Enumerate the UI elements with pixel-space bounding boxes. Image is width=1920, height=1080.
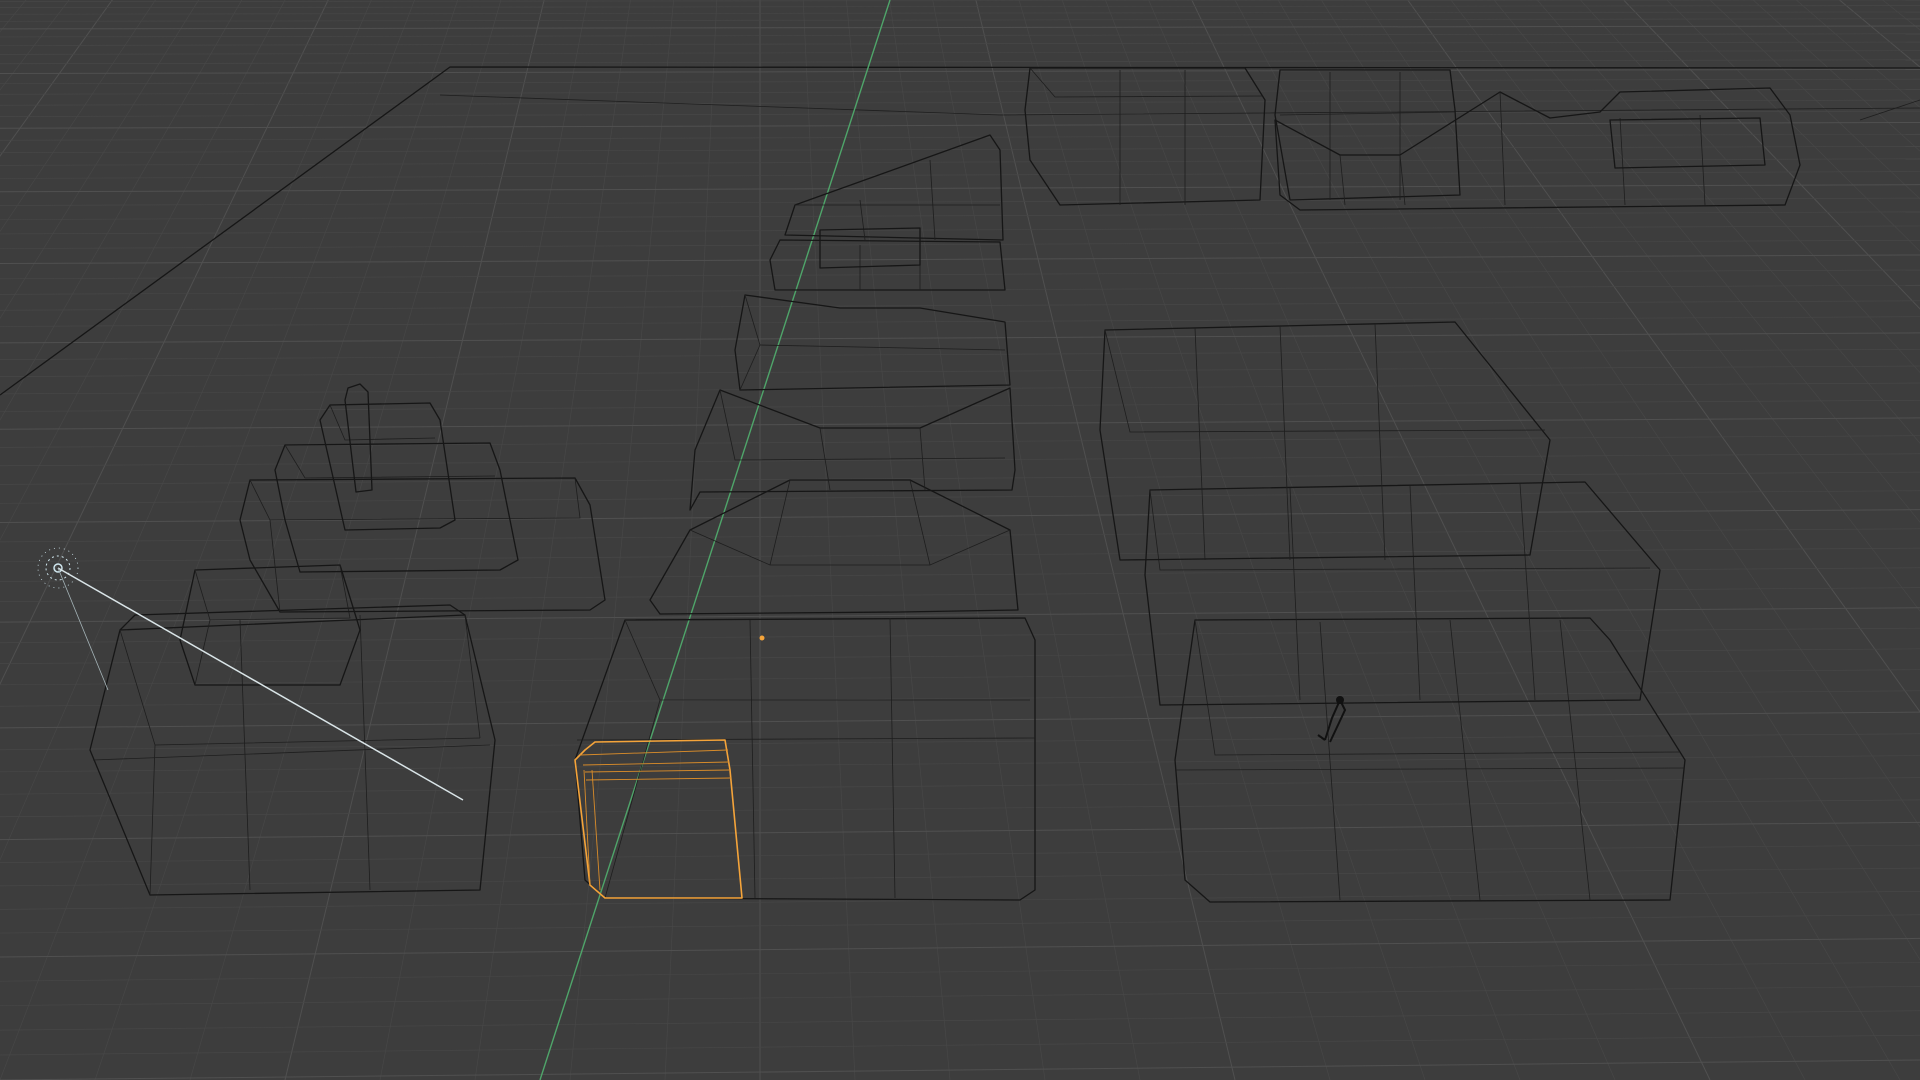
block-middle-row3[interactable] [734,294,1011,391]
block-middle-front[interactable] [574,617,1036,901]
3d-viewport[interactable] [0,0,1920,1080]
block-left-back-top[interactable] [319,383,456,531]
block-middle-row4[interactable] [689,387,1016,511]
object-origin-point [759,635,765,641]
block-left-small[interactable] [179,564,361,686]
block-middle-row2[interactable] [769,239,1006,291]
block-left-front[interactable] [89,604,496,896]
block-middle-back-ramp[interactable] [784,134,1004,269]
block-back-right-zigzag[interactable] [1274,87,1801,211]
block-right-back[interactable] [1099,321,1551,561]
block-middle-row5[interactable] [649,479,1019,615]
selected-object-outline[interactable] [574,739,743,899]
block-left-back-wide[interactable] [239,477,606,613]
viewport-scene [0,0,1920,1080]
block-right-front[interactable] [1174,617,1686,903]
ground-plane-outline[interactable] [0,66,1920,396]
y-axis-line [539,0,891,1080]
block-right-mid[interactable] [1144,481,1661,706]
block-left-back-mid[interactable] [274,442,519,573]
block-back-left[interactable] [1024,67,1266,206]
sun-light-icon[interactable] [37,547,464,801]
